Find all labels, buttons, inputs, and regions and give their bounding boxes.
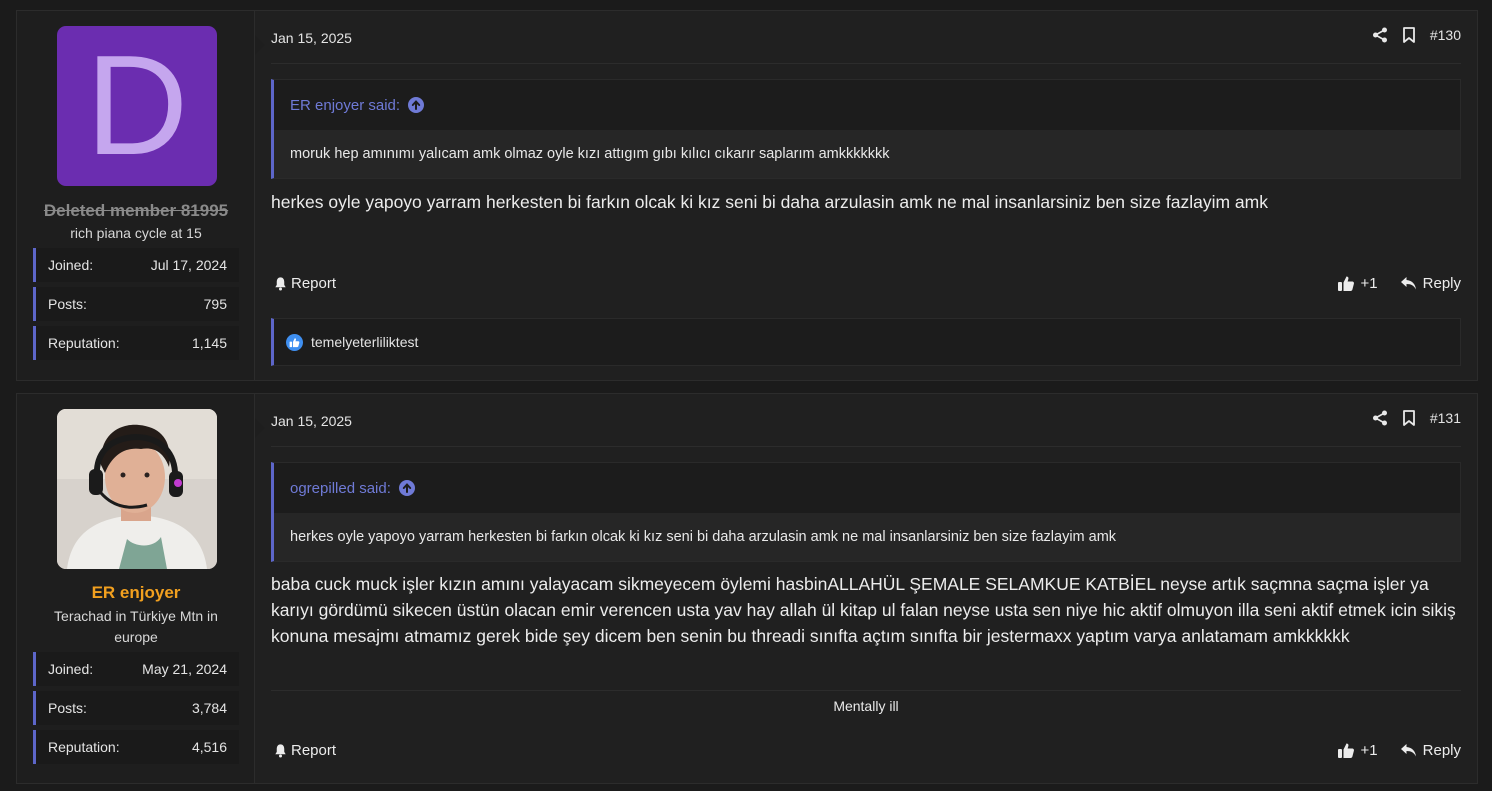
quote-text: herkes oyle yapoyo yarram herkesten bi f… bbox=[274, 513, 1460, 561]
report-button[interactable]: Report bbox=[273, 275, 336, 292]
reply-label: Reply bbox=[1422, 275, 1461, 292]
user-info: D Deleted member 81995 rich piana cycle … bbox=[17, 11, 265, 380]
post-footer: Report +1 Reply bbox=[271, 275, 1461, 299]
post-130: D Deleted member 81995 rich piana cycle … bbox=[16, 10, 1478, 381]
reaction-user-link[interactable]: temelyeterliliktest bbox=[311, 334, 418, 350]
stat-reputation: Reputation: 4,516 bbox=[33, 730, 239, 764]
stat-label: Posts: bbox=[48, 296, 87, 312]
post-date[interactable]: Jan 15, 2025 bbox=[271, 413, 352, 429]
quote-header[interactable]: ogrepilled said: bbox=[274, 463, 1460, 513]
reply-button[interactable]: Reply bbox=[1400, 742, 1461, 759]
post-actions-top: #131 bbox=[1372, 410, 1461, 426]
arrow-up-circle-icon[interactable] bbox=[398, 480, 415, 496]
like-button[interactable]: +1 bbox=[1337, 742, 1378, 759]
post-number[interactable]: #130 bbox=[1430, 27, 1461, 43]
divider bbox=[271, 446, 1461, 447]
username[interactable]: Deleted member 81995 bbox=[17, 201, 255, 221]
quote-text: moruk hep amınımı yalıcam amk olmaz oyle… bbox=[274, 130, 1460, 178]
stat-label: Reputation: bbox=[48, 739, 120, 755]
avatar[interactable] bbox=[57, 409, 217, 569]
quote-block: ogrepilled said: herkes oyle yapoyo yarr… bbox=[271, 462, 1461, 562]
bookmark-icon[interactable] bbox=[1402, 410, 1416, 426]
post-main: Jan 15, 2025 #130 ER enjoyer said: moruk… bbox=[271, 11, 1461, 380]
reply-icon bbox=[1400, 743, 1417, 758]
stat-joined: Joined: Jul 17, 2024 bbox=[33, 248, 239, 282]
post-date[interactable]: Jan 15, 2025 bbox=[271, 30, 352, 46]
stat-posts: Posts: 795 bbox=[33, 287, 239, 321]
reply-button[interactable]: Reply bbox=[1400, 275, 1461, 292]
like-count: +1 bbox=[1360, 275, 1378, 292]
stat-label: Joined: bbox=[48, 257, 94, 273]
avatar-photo-icon bbox=[57, 409, 217, 569]
stat-value: May 21, 2024 bbox=[142, 661, 227, 677]
message-body: baba cuck muck işler kızın amını yalayac… bbox=[271, 574, 1456, 646]
bookmark-icon[interactable] bbox=[1402, 27, 1416, 43]
post-footer: Report +1 Reply bbox=[271, 742, 1461, 766]
like-reaction-icon bbox=[286, 333, 303, 351]
stat-posts: Posts: 3,784 bbox=[33, 691, 239, 725]
thumbs-up-icon bbox=[1337, 275, 1355, 292]
quote-author[interactable]: ER enjoyer said: bbox=[290, 97, 400, 114]
post-number[interactable]: #131 bbox=[1430, 410, 1461, 426]
post-131: ER enjoyer Terachad in Türkiye Mtn in eu… bbox=[16, 393, 1478, 784]
arrow-up-circle-icon[interactable] bbox=[408, 97, 425, 113]
stat-reputation: Reputation: 1,145 bbox=[33, 326, 239, 360]
bell-icon bbox=[273, 276, 288, 291]
avatar[interactable]: D bbox=[57, 26, 217, 186]
post-main: Jan 15, 2025 #131 ogrepilled said: herke… bbox=[271, 394, 1461, 783]
report-label: Report bbox=[291, 275, 337, 292]
stat-value: Jul 17, 2024 bbox=[150, 257, 227, 273]
user-title: rich piana cycle at 15 bbox=[70, 225, 202, 241]
signature: Mentally ill bbox=[833, 698, 899, 714]
report-label: Report bbox=[291, 742, 337, 759]
message-body: herkes oyle yapoyo yarram herkesten bi f… bbox=[271, 192, 1268, 212]
quote-author[interactable]: ogrepilled said: bbox=[290, 480, 391, 497]
user-info: ER enjoyer Terachad in Türkiye Mtn in eu… bbox=[17, 394, 265, 783]
reply-icon bbox=[1400, 276, 1417, 291]
reply-label: Reply bbox=[1422, 742, 1461, 759]
username[interactable]: ER enjoyer bbox=[17, 583, 255, 603]
user-title: Terachad in Türkiye Mtn in europe bbox=[54, 608, 218, 645]
stat-label: Posts: bbox=[48, 700, 87, 716]
share-icon[interactable] bbox=[1372, 27, 1388, 43]
divider bbox=[271, 63, 1461, 64]
like-count: +1 bbox=[1360, 742, 1378, 759]
post-footer-actions: +1 Reply bbox=[1337, 275, 1461, 292]
post-footer-actions: +1 Reply bbox=[1337, 742, 1461, 759]
like-button[interactable]: +1 bbox=[1337, 275, 1378, 292]
quote-header[interactable]: ER enjoyer said: bbox=[274, 80, 1460, 130]
stat-value: 795 bbox=[203, 296, 227, 312]
stat-value: 1,145 bbox=[191, 335, 227, 351]
bell-icon bbox=[273, 743, 288, 758]
stat-label: Joined: bbox=[48, 661, 94, 677]
stat-label: Reputation: bbox=[48, 335, 120, 351]
stat-value: 3,784 bbox=[191, 700, 227, 716]
quote-block: ER enjoyer said: moruk hep amınımı yalıc… bbox=[271, 79, 1461, 179]
post-actions-top: #130 bbox=[1372, 27, 1461, 43]
reactions-bar: temelyeterliliktest bbox=[271, 318, 1461, 366]
stat-joined: Joined: May 21, 2024 bbox=[33, 652, 239, 686]
report-button[interactable]: Report bbox=[273, 742, 336, 759]
signature-divider bbox=[271, 690, 1461, 691]
thumbs-up-icon bbox=[1337, 742, 1355, 759]
share-icon[interactable] bbox=[1372, 410, 1388, 426]
stat-value: 4,516 bbox=[191, 739, 227, 755]
